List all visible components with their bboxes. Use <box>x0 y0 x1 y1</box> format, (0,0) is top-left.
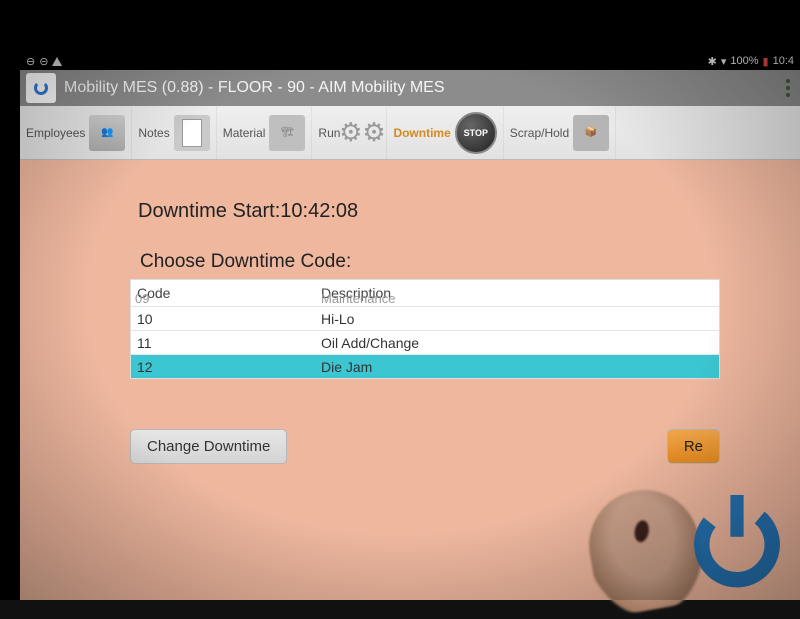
tab-downtime[interactable]: Downtime STOP <box>387 106 503 159</box>
table-row[interactable]: 10Hi-Lo <box>131 306 719 330</box>
tab-employees[interactable]: Employees 👥 <box>20 106 132 159</box>
warning-icon <box>52 57 62 66</box>
table-row[interactable]: 11Oil Add/Change <box>131 330 719 354</box>
forklift-icon: 🏗 <box>269 115 305 151</box>
cell-code: 11 <box>131 335 321 351</box>
table-row[interactable]: 12Die Jam <box>131 354 719 378</box>
clock: 10:4 <box>773 55 794 67</box>
downtime-codes-table: Code Description 09 Maintenance 10Hi-Lo1… <box>130 279 720 379</box>
choose-code-label: Choose Downtime Code: <box>140 251 720 273</box>
bluetooth-icon: ✱ <box>708 55 717 68</box>
gears-icon: ⚙⚙ <box>344 115 380 151</box>
col-code-header: Code <box>131 285 321 301</box>
tab-notes[interactable]: Notes <box>132 106 216 159</box>
notes-label: Notes <box>138 126 169 140</box>
tab-scrap-hold[interactable]: Scrap/Hold 📦 <box>504 106 616 159</box>
downtime-start-label: Downtime Start: <box>138 200 280 222</box>
downtime-start: Downtime Start:10:42:08 <box>138 200 720 223</box>
android-status-bar: ⊖ ⊝ ✱ ▾ 100% ▮ 10:4 <box>20 52 800 70</box>
cell-code: 12 <box>131 359 321 375</box>
run-label: Run <box>318 126 340 140</box>
main-toolbar: Employees 👥 Notes Material 🏗 Run ⚙⚙ Down… <box>20 106 800 160</box>
app-title: Mobility MES (0.88) - FLOOR - 90 - AIM M… <box>64 79 445 97</box>
ghost-prev-desc: Maintenance <box>321 291 395 306</box>
material-label: Material <box>223 126 266 140</box>
return-button[interactable]: Re <box>667 429 720 464</box>
watermark-logo <box>682 484 792 594</box>
cell-desc: Oil Add/Change <box>321 335 719 351</box>
clipboard-icon <box>174 115 210 151</box>
wifi-icon: ▾ <box>721 55 727 68</box>
stop-indicator-icon: ⊝ <box>39 55 48 68</box>
app-logo[interactable] <box>26 73 56 103</box>
cell-desc: Hi-Lo <box>321 311 719 327</box>
employees-label: Employees <box>26 126 85 140</box>
ghost-prev-code: 09 <box>135 291 149 306</box>
cell-code: 10 <box>131 311 321 327</box>
cell-desc: Die Jam <box>321 359 719 375</box>
tab-material[interactable]: Material 🏗 <box>217 106 313 159</box>
back-indicator-icon: ⊖ <box>26 55 35 68</box>
battery-icon: ▮ <box>763 55 769 68</box>
stop-button-icon: STOP <box>455 112 497 154</box>
downtime-label: Downtime <box>393 126 450 140</box>
people-icon: 👥 <box>89 115 125 151</box>
battery-percent: 100% <box>730 55 758 67</box>
power-icon <box>34 81 48 95</box>
tab-run[interactable]: Run ⚙⚙ <box>312 106 387 159</box>
table-header-row: Code Description 09 Maintenance <box>131 280 719 306</box>
overflow-menu-icon[interactable] <box>782 79 794 97</box>
scrap-label: Scrap/Hold <box>510 126 569 140</box>
downtime-start-time: 10:42:08 <box>280 200 358 222</box>
crate-icon: 📦 <box>573 115 609 151</box>
change-downtime-button[interactable]: Change Downtime <box>130 429 287 464</box>
app-header: Mobility MES (0.88) - FLOOR - 90 - AIM M… <box>20 70 800 106</box>
button-row: Change Downtime Re <box>130 429 720 464</box>
